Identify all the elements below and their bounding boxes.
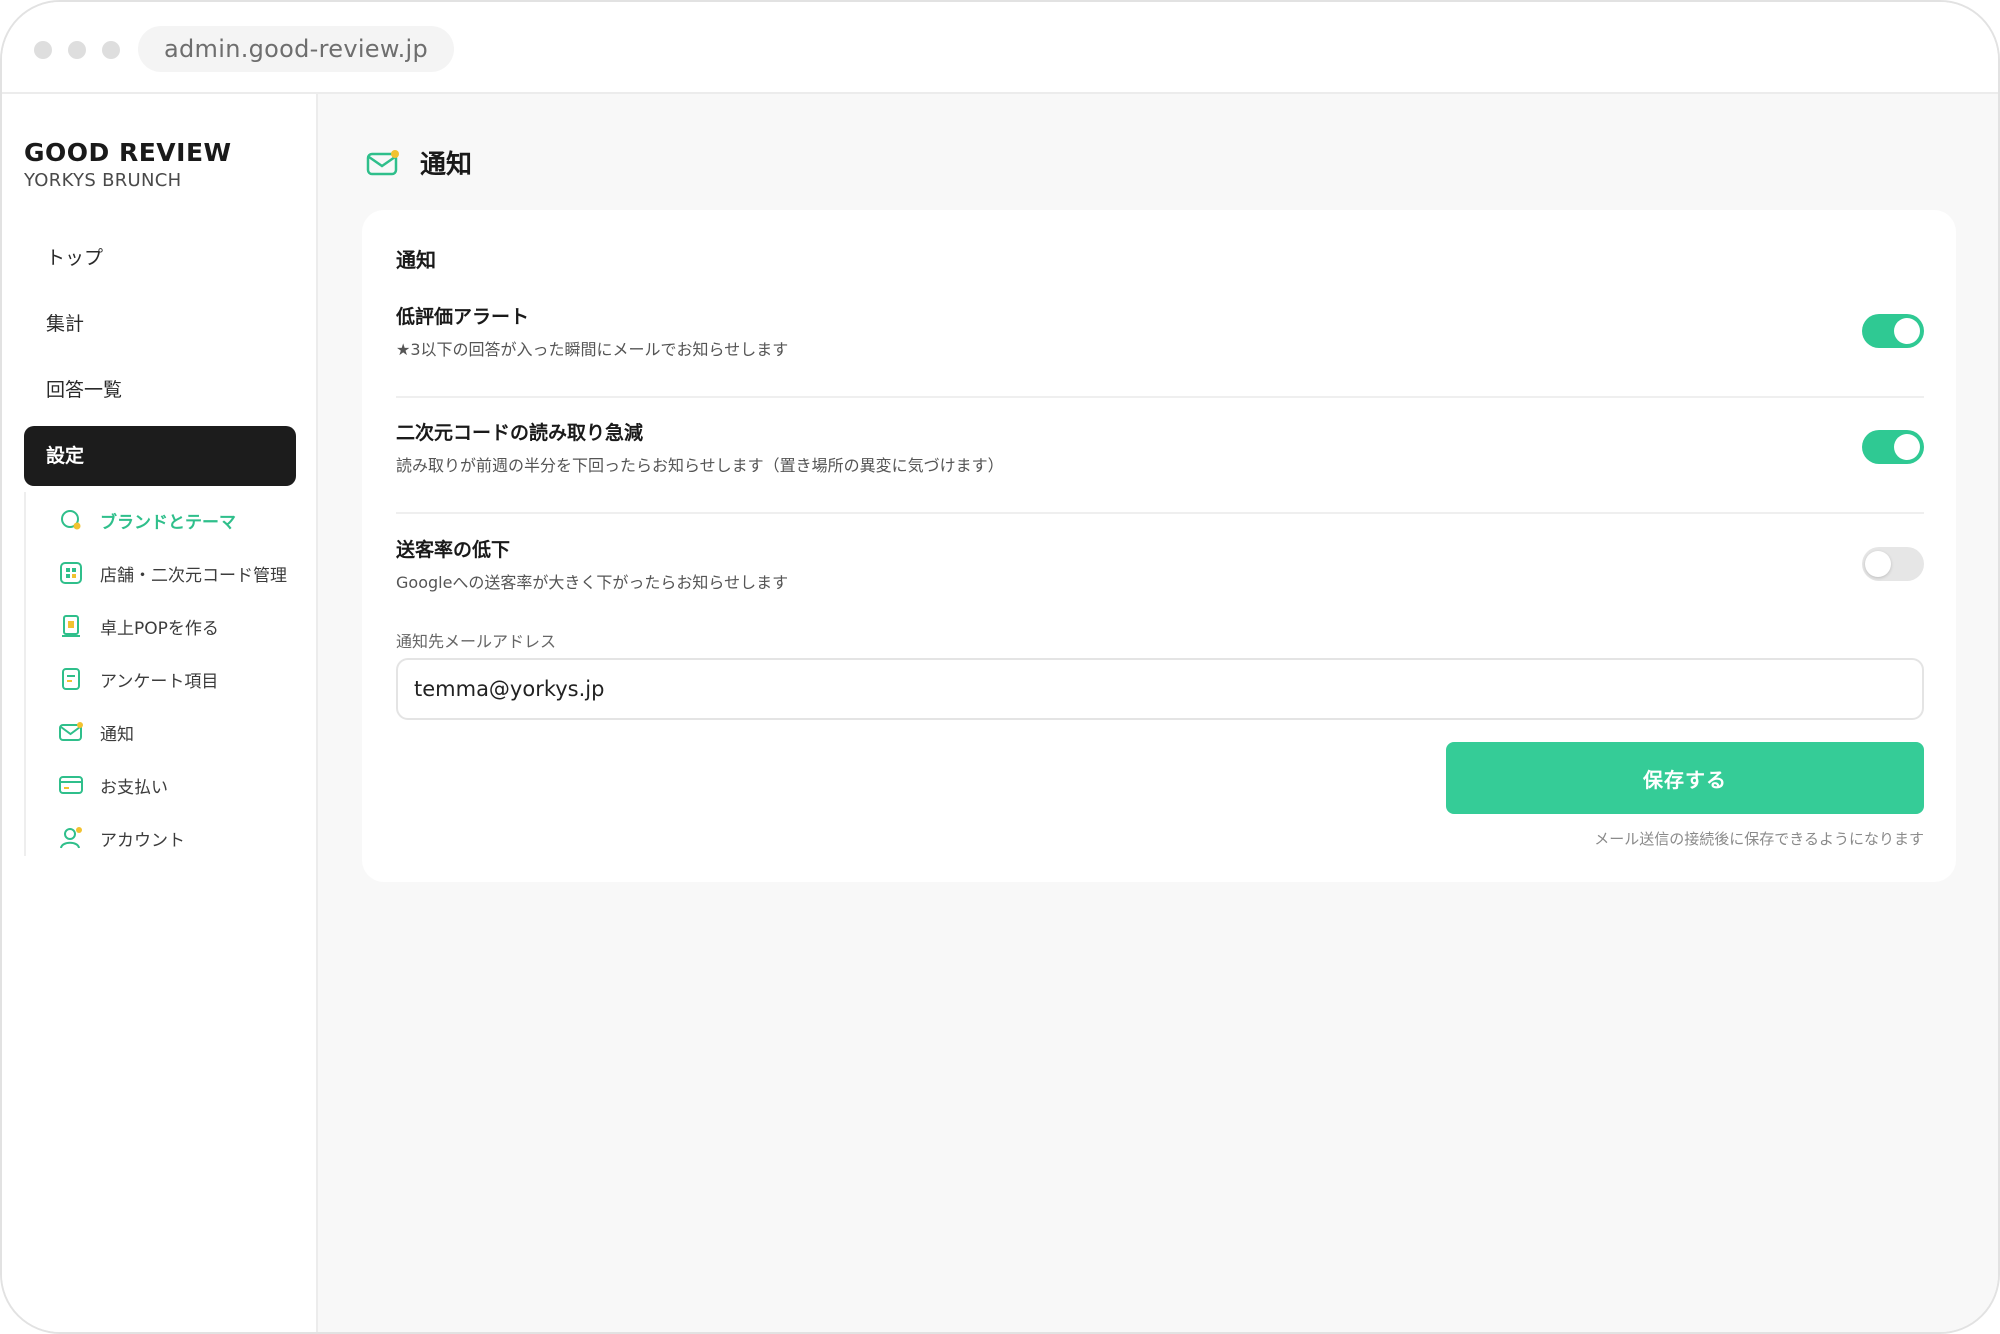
subnav-label: お支払い bbox=[100, 777, 168, 798]
setting-description: ★3以下の回答が入った瞬間にメールでお知らせします bbox=[396, 340, 789, 359]
user-icon bbox=[60, 827, 82, 849]
toggle-knob bbox=[1894, 434, 1920, 460]
setting-qr-scan-drop: 二次元コードの読み取り急減 読み取りが前週の半分を下回ったらお知らせします（置き… bbox=[396, 418, 1924, 534]
divider bbox=[396, 396, 1924, 398]
setting-title: 送客率の低下 bbox=[396, 539, 511, 561]
setting-low-rating-alert: 低評価アラート ★3以下の回答が入った瞬間にメールでお知らせします bbox=[396, 302, 1924, 418]
window-close-dot[interactable] bbox=[34, 41, 52, 59]
mail-icon bbox=[59, 722, 83, 741]
setting-description: Googleへの送客率が大きく下がったらお知らせします bbox=[396, 573, 789, 592]
save-note: メール送信の接続後に保存できるようになります bbox=[1594, 830, 1924, 848]
subnav-guide-line bbox=[24, 492, 26, 856]
email-field[interactable] bbox=[396, 658, 1924, 720]
subnav-item-pop[interactable]: 卓上POPを作る bbox=[58, 608, 298, 644]
window-minimize-dot[interactable] bbox=[68, 41, 86, 59]
subnav-item-account[interactable]: アカウント bbox=[58, 820, 298, 856]
survey-form-icon bbox=[62, 668, 80, 690]
setting-referral-rate-drop: 送客率の低下 Googleへの送客率が大きく下がったらお知らせします bbox=[396, 535, 1924, 651]
subnav-item-survey[interactable]: アンケート項目 bbox=[58, 661, 298, 697]
qr-code-icon bbox=[60, 562, 82, 584]
sidebar: GOOD REVIEW YORKYS BRUNCH トップ 集計 回答一覧 設定… bbox=[2, 94, 318, 1332]
notification-settings-card: 通知 低評価アラート ★3以下の回答が入った瞬間にメールでお知らせします 二次元… bbox=[362, 210, 1956, 882]
browser-window: admin.good-review.jp GOOD REVIEW YORKYS … bbox=[0, 0, 2000, 1334]
pop-stand-icon bbox=[62, 615, 80, 637]
subnav-label: アカウント bbox=[100, 830, 185, 851]
save-button[interactable]: 保存する bbox=[1446, 742, 1924, 814]
setting-title: 低評価アラート bbox=[396, 306, 530, 328]
mail-icon bbox=[366, 149, 399, 175]
section-title: 通知 bbox=[396, 248, 436, 272]
email-field-label: 通知先メールアドレス bbox=[396, 632, 557, 651]
address-bar[interactable]: admin.good-review.jp bbox=[138, 26, 455, 72]
main-content: 通知 通知 低評価アラート ★3以下の回答が入った瞬間にメールでお知らせします … bbox=[318, 94, 1998, 1332]
subnav-item-store-qr[interactable]: 店舗・二次元コード管理 bbox=[58, 555, 298, 591]
toggle-knob bbox=[1894, 318, 1920, 344]
credit-card-icon bbox=[59, 776, 83, 794]
setting-title: 二次元コードの読み取り急減 bbox=[396, 422, 644, 444]
store-name: YORKYS BRUNCH bbox=[24, 170, 182, 191]
page-header: 通知 bbox=[366, 144, 472, 181]
subnav-item-payment[interactable]: お支払い bbox=[58, 767, 298, 803]
toggle-knob bbox=[1865, 551, 1891, 577]
nav-item-responses[interactable]: 回答一覧 bbox=[24, 360, 296, 420]
nav-item-top[interactable]: トップ bbox=[24, 228, 296, 288]
subnav-label: アンケート項目 bbox=[100, 671, 219, 692]
subnav-label: 店舗・二次元コード管理 bbox=[100, 565, 287, 586]
page-title: 通知 bbox=[420, 150, 473, 180]
subnav-label: 卓上POPを作る bbox=[100, 618, 219, 639]
divider bbox=[396, 512, 1924, 514]
nav-item-settings[interactable]: 設定 bbox=[24, 426, 296, 486]
theme-icon bbox=[61, 510, 81, 530]
nav-item-stats[interactable]: 集計 bbox=[24, 294, 296, 354]
window-maximize-dot[interactable] bbox=[102, 41, 120, 59]
brand-name: GOOD REVIEW bbox=[24, 138, 232, 167]
subnav-item-brand-theme[interactable]: ブランドとテーマ bbox=[58, 502, 298, 538]
referral-rate-drop-toggle[interactable] bbox=[1862, 547, 1924, 581]
subnav-item-notification[interactable]: 通知 bbox=[58, 714, 298, 750]
low-rating-alert-toggle[interactable] bbox=[1862, 314, 1924, 348]
subnav-label: ブランドとテーマ bbox=[100, 512, 236, 533]
setting-description: 読み取りが前週の半分を下回ったらお知らせします（置き場所の異変に気づけます） bbox=[396, 456, 1004, 475]
browser-toolbar: admin.good-review.jp bbox=[2, 2, 1998, 94]
subnav-label: 通知 bbox=[100, 724, 134, 745]
qr-scan-drop-toggle[interactable] bbox=[1862, 430, 1924, 464]
